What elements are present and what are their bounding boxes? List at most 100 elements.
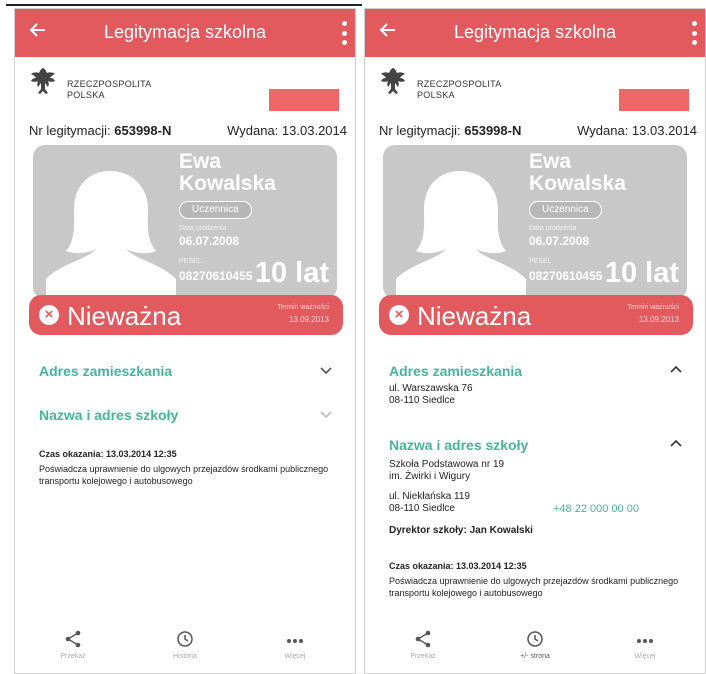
invalid-cross-icon: × xyxy=(39,305,59,325)
card-number: Nr legitymacji: 653998-N xyxy=(379,123,522,138)
card-number: Nr legitymacji: 653998-N xyxy=(29,123,172,138)
more-button[interactable]: Więcej xyxy=(255,629,335,660)
eagle-emblem-icon xyxy=(379,65,409,103)
invalid-cross-icon: × xyxy=(389,305,409,325)
share-button[interactable]: Przekaż xyxy=(383,629,463,660)
address-section-header[interactable]: Adres zamieszkania xyxy=(39,363,333,379)
more-horiz-icon xyxy=(287,639,303,643)
birth-date-label: Data urodzenia xyxy=(529,225,577,232)
person-silhouette-icon xyxy=(385,151,535,297)
entitlement-description: Poświadcza uprawnienie do ulgowych przej… xyxy=(389,576,679,598)
country-line-1: RZECZPOSPOLITA xyxy=(67,79,152,89)
more-label: Więcej xyxy=(634,653,656,660)
school-address-line: ul. Niekłańska 119 xyxy=(389,491,470,502)
status-text: Nieważna xyxy=(417,301,532,331)
phone-screen-expanded: Legitymacja szkolna RZECZPOSPOLITA POLSK… xyxy=(364,8,706,674)
more-vert-icon[interactable] xyxy=(691,21,697,45)
first-name: Ewa xyxy=(179,150,222,173)
app-bar: Legitymacja szkolna xyxy=(15,9,355,57)
entitlement-description: Poświadcza uprawnienie do ulgowych przej… xyxy=(39,464,329,486)
history-icon xyxy=(177,631,193,647)
student-name: Ewa Kowalska xyxy=(179,151,276,195)
birth-date: 06.07.2008 xyxy=(179,234,240,248)
school-section-header[interactable]: Nazwa i adres szkoły xyxy=(39,407,333,423)
chevron-up-icon[interactable] xyxy=(669,437,683,451)
school-address: ul. Niekłańska 119 08-110 Siedlce xyxy=(389,491,470,515)
chevron-down-icon[interactable] xyxy=(319,407,333,421)
share-icon xyxy=(65,630,81,648)
app-bar: Legitymacja szkolna xyxy=(365,9,705,57)
id-card: Ewa Kowalska Uczennica Data urodzenia 06… xyxy=(33,145,337,299)
chevron-up-icon[interactable] xyxy=(669,363,683,377)
birth-date-label: Data urodzenia xyxy=(179,225,227,232)
more-button[interactable]: Więcej xyxy=(605,629,685,660)
history-button[interactable]: +/- strona xyxy=(495,629,575,660)
home-address: ul. Warszawska 76 08-110 Siedlce xyxy=(389,383,473,407)
validity-label: Termin ważności xyxy=(277,304,329,311)
school-section-header[interactable]: Nazwa i adres szkoły xyxy=(389,437,683,453)
history-button[interactable]: Historia xyxy=(145,629,225,660)
more-vert-icon[interactable] xyxy=(341,21,347,45)
issue-date: Wydana: 13.03.2014 xyxy=(577,123,697,138)
history-hint-label: +/- strona xyxy=(520,653,550,660)
school-director: Dyrektor szkoły: Jan Kowalski xyxy=(389,525,533,536)
status-banner: × Nieważna Termin ważności 13.09.2013 xyxy=(29,295,343,335)
country-line-2: POLSKA xyxy=(67,90,105,100)
school-section-title: Nazwa i adres szkoły xyxy=(39,407,179,423)
share-button[interactable]: Przekaż xyxy=(33,629,113,660)
age-value: 10 lat xyxy=(254,257,329,289)
history-label: Historia xyxy=(173,653,197,660)
last-name: Kowalska xyxy=(529,172,626,195)
school-name: Szkoła Podstawowa nr 19 im. Żwirki i Wig… xyxy=(389,459,504,483)
school-address-line: 08-110 Siedlce xyxy=(389,503,455,514)
pesel-number: 08270610455 xyxy=(529,269,603,283)
school-phone-link[interactable]: +48 22 000 00 00 xyxy=(553,503,639,515)
more-horiz-icon xyxy=(637,639,653,643)
address-section-header[interactable]: Adres zamieszkania xyxy=(389,363,683,379)
id-card: Ewa Kowalska Uczennica Data urodzenia 06… xyxy=(383,145,687,299)
last-name: Kowalska xyxy=(179,172,276,195)
document-header-underline xyxy=(6,4,362,6)
age-value: 10 lat xyxy=(604,257,679,289)
birth-date: 06.07.2008 xyxy=(529,234,590,248)
share-icon xyxy=(415,630,431,648)
country-name: RZECZPOSPOLITA POLSKA xyxy=(417,79,502,101)
status-banner: × Nieważna Termin ważności 13.09.2013 xyxy=(379,295,693,335)
chevron-down-icon[interactable] xyxy=(319,363,333,377)
role-badge: Uczennica xyxy=(179,201,252,219)
more-label: Więcej xyxy=(284,653,306,660)
address-line: 08-110 Siedlce xyxy=(389,395,455,406)
country-line-1: RZECZPOSPOLITA xyxy=(417,79,502,89)
student-name: Ewa Kowalska xyxy=(529,151,626,195)
validity-date: 13.09.2013 xyxy=(288,315,329,324)
role-badge: Uczennica xyxy=(529,201,602,219)
flag-red-stripe xyxy=(269,89,339,111)
phone-screen-collapsed: Legitymacja szkolna RZECZPOSPOLITA POLSK… xyxy=(14,8,356,674)
bottom-navigation: Przekaż +/- strona Więcej xyxy=(365,629,705,673)
status-text: Nieważna xyxy=(67,301,182,331)
eagle-emblem-icon xyxy=(29,65,59,103)
school-name-line: im. Żwirki i Wigury xyxy=(389,471,471,482)
address-line: ul. Warszawska 76 xyxy=(389,383,473,394)
school-section-title: Nazwa i adres szkoły xyxy=(389,437,529,453)
school-name-line: Szkoła Podstawowa nr 19 xyxy=(389,459,505,470)
validity-date: 13.09.2013 xyxy=(638,315,679,324)
country-line-2: POLSKA xyxy=(417,90,455,100)
validity-label: Termin ważności xyxy=(627,304,679,311)
first-name: Ewa xyxy=(529,150,572,173)
person-silhouette-icon xyxy=(35,151,185,297)
document-header-cropped xyxy=(6,0,366,6)
pesel-label: PESEL xyxy=(179,258,202,265)
shown-at-time: Czas okazania: 13.03.2014 12:35 xyxy=(389,561,527,571)
pesel-number: 08270610455 xyxy=(179,269,253,283)
history-icon xyxy=(527,631,543,647)
app-title: Legitymacja szkolna xyxy=(103,22,267,42)
flag-red-stripe xyxy=(619,89,689,111)
address-section-title: Adres zamieszkania xyxy=(389,363,523,379)
share-label: Przekaż xyxy=(60,653,86,660)
bottom-navigation: Przekaż Historia Więcej xyxy=(15,629,355,673)
share-label: Przekaż xyxy=(410,653,436,660)
shown-at-time: Czas okazania: 13.03.2014 12:35 xyxy=(39,449,177,459)
app-title: Legitymacja szkolna xyxy=(453,22,617,42)
country-name: RZECZPOSPOLITA POLSKA xyxy=(67,79,152,101)
